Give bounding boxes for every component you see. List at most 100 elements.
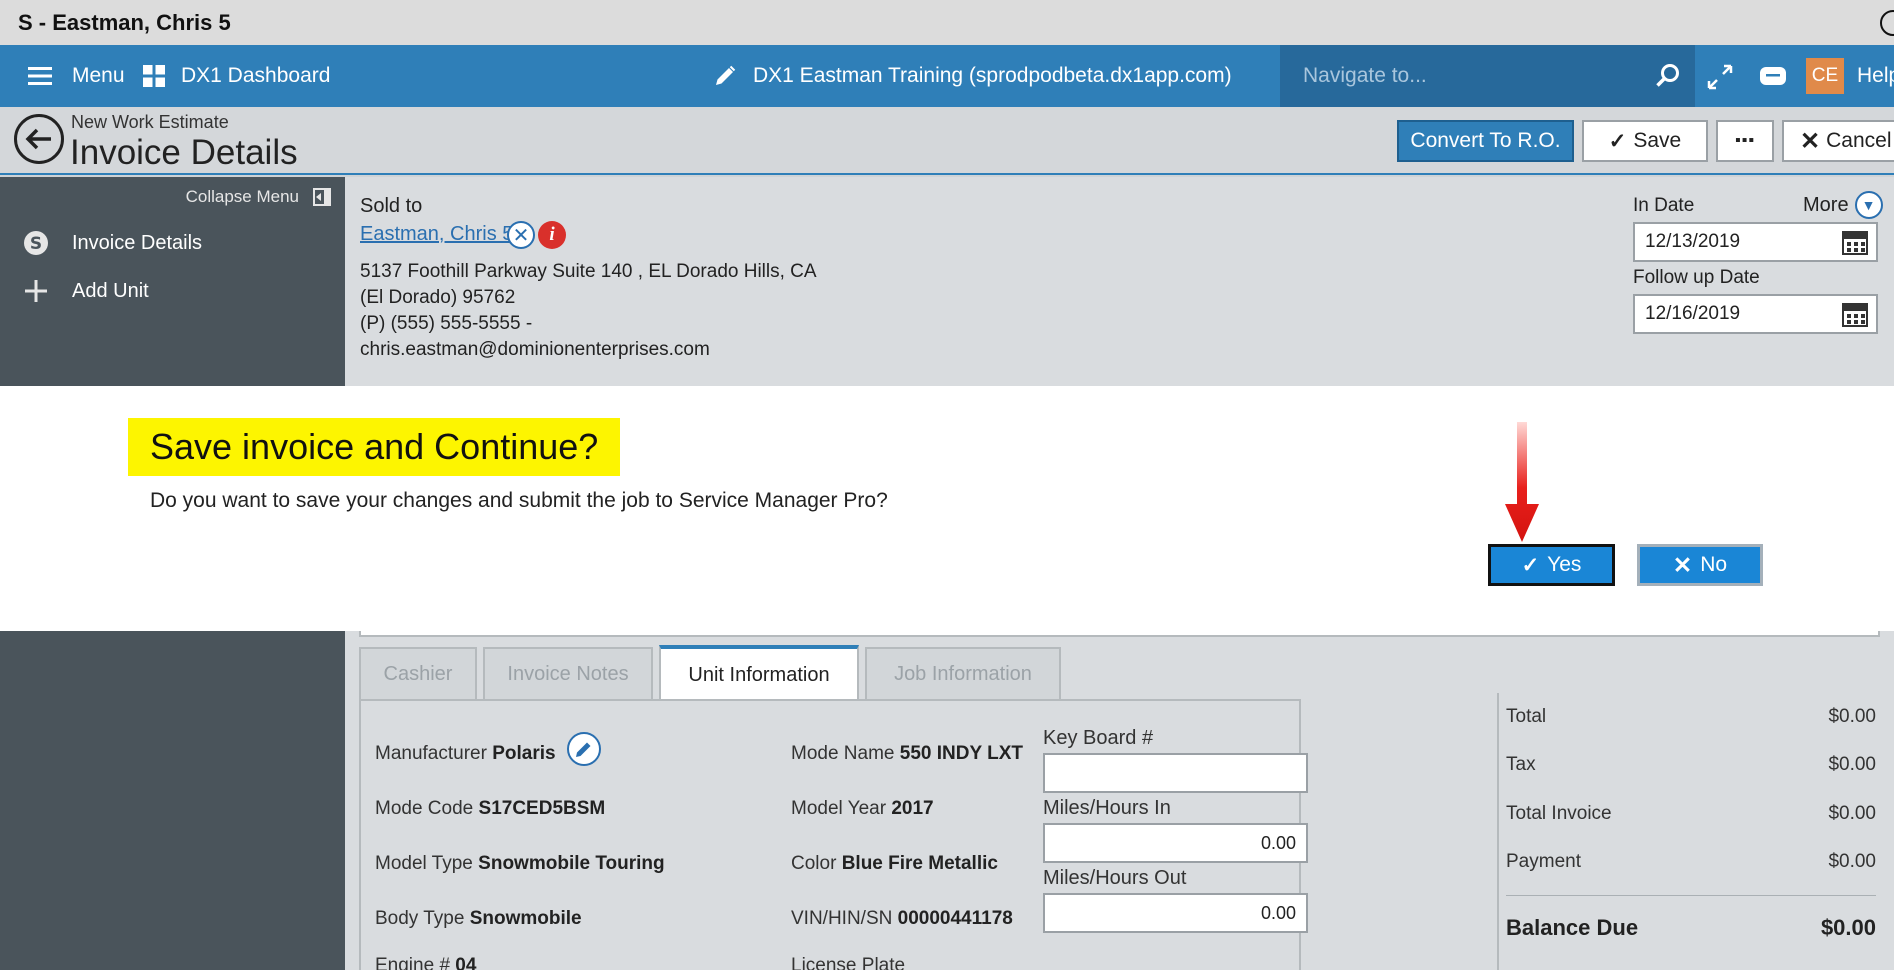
manufacturer-label: Manufacturer <box>375 743 487 764</box>
back-button[interactable] <box>14 114 64 164</box>
save-label: Save <box>1633 129 1682 152</box>
mode-code-field: Mode Code S17CED5BSM <box>375 798 605 820</box>
vin-field: VIN/HIN/SN 00000441178 <box>791 908 1013 930</box>
remove-customer-icon[interactable]: ✕ <box>507 221 535 249</box>
window-control-icon[interactable] <box>1880 10 1894 36</box>
customer-info-icon[interactable]: i <box>538 221 566 249</box>
site-selector[interactable]: DX1 Eastman Training (sprodpodbeta.dx1ap… <box>713 45 1232 107</box>
save-button[interactable]: ✓ Save <box>1582 120 1708 162</box>
no-button[interactable]: ✕ No <box>1637 544 1763 586</box>
total-invoice-value: $0.00 <box>1828 803 1876 824</box>
annotation-arrow-icon <box>1505 422 1539 542</box>
user-avatar[interactable]: CE <box>1806 58 1844 94</box>
totals-separator <box>1506 895 1876 896</box>
model-type-value: Snowmobile Touring <box>478 853 665 874</box>
tab-invoice-notes[interactable]: Invoice Notes <box>483 647 653 699</box>
mode-name-label: Mode Name <box>791 743 895 764</box>
customer-address-line2: (El Dorado) 95762 <box>360 287 516 308</box>
engine-field: Engine # 04 <box>375 955 476 970</box>
vin-label: VIN/HIN/SN <box>791 908 893 929</box>
keyboard-input[interactable] <box>1043 753 1308 793</box>
more-label: More <box>1803 193 1849 216</box>
mode-name-value: 550 INDY LXT <box>899 743 1023 764</box>
calendar-icon[interactable] <box>1842 231 1868 255</box>
collapse-icon <box>313 188 331 206</box>
balance-due-row: Balance Due $0.00 <box>1506 915 1876 941</box>
confirm-dialog: Save invoice and Continue? Do you want t… <box>0 386 1894 631</box>
tab-unit-information[interactable]: Unit Information <box>659 645 859 701</box>
model-year-value: 2017 <box>891 798 934 819</box>
plus-icon <box>22 277 50 305</box>
dashboard-button[interactable]: DX1 Dashboard <box>143 45 330 107</box>
mode-name-field: Mode Name 550 INDY LXT <box>791 743 1023 765</box>
yes-button[interactable]: ✓ Yes <box>1488 544 1615 586</box>
check-icon: ✓ <box>1521 553 1540 577</box>
navigate-search-input[interactable]: Navigate to... <box>1280 45 1695 107</box>
in-date-label: In Date <box>1633 195 1695 216</box>
payment-value: $0.00 <box>1828 851 1876 872</box>
dialog-title: Save invoice and Continue? <box>128 418 621 476</box>
tax-label: Tax <box>1506 754 1536 775</box>
edit-unit-icon[interactable] <box>567 732 601 766</box>
license-plate-label: License Plate <box>791 955 906 970</box>
total-invoice-row: Total Invoice $0.00 <box>1506 803 1876 825</box>
tab-cashier[interactable]: Cashier <box>359 647 477 699</box>
customer-name-link[interactable]: Eastman, Chris 5 <box>360 223 513 246</box>
menu-button[interactable]: Menu <box>28 45 125 107</box>
miles-in-input[interactable]: 0.00 <box>1043 823 1308 863</box>
model-year-label: Model Year <box>791 798 887 819</box>
close-icon: ✕ <box>1672 551 1693 578</box>
customer-phone: (P) (555) 555-5555 - <box>360 313 533 334</box>
keyboard-label: Key Board # <box>1043 727 1154 749</box>
vin-value: 00000441178 <box>897 908 1013 929</box>
mode-code-value: S17CED5BSM <box>478 798 606 819</box>
mode-code-label: Mode Code <box>375 798 474 819</box>
window-titlebar: S - Eastman, Chris 5 <box>0 0 1894 45</box>
sidebar-item-label: Add Unit <box>72 279 149 302</box>
tab-job-information[interactable]: Job Information <box>865 647 1061 699</box>
svg-text:S: S <box>30 234 42 254</box>
more-toggle[interactable]: More ▼ <box>1803 191 1883 219</box>
total-label: Total <box>1506 706 1547 727</box>
yes-label: Yes <box>1547 553 1582 576</box>
more-actions-button[interactable]: ▪▪▪ <box>1716 120 1774 162</box>
dashboard-label: DX1 Dashboard <box>181 64 331 87</box>
unit-info-panel: Manufacturer Polaris Mode Code S17CED5BS… <box>359 699 1308 970</box>
cancel-button[interactable]: ✕ Cancel <box>1782 120 1894 162</box>
calendar-icon[interactable] <box>1842 303 1868 327</box>
color-label: Color <box>791 853 837 874</box>
total-value: $0.00 <box>1828 706 1876 727</box>
balance-due-value: $0.00 <box>1820 915 1876 940</box>
follow-up-date-field[interactable]: 12/16/2019 <box>1633 294 1878 334</box>
in-date-field[interactable]: 12/13/2019 <box>1633 222 1878 262</box>
color-value: Blue Fire Metallic <box>841 853 998 874</box>
top-nav: Menu DX1 Dashboard DX1 Eastman Training … <box>0 45 1894 107</box>
search-icon[interactable] <box>1655 63 1681 89</box>
engine-value: 04 <box>455 955 477 970</box>
collapse-menu-button[interactable]: Collapse Menu <box>186 187 331 207</box>
breadcrumb: New Work Estimate <box>71 112 229 132</box>
body-type-label: Body Type <box>375 908 465 929</box>
miles-out-input[interactable]: 0.00 <box>1043 893 1308 933</box>
convert-to-ro-button[interactable]: Convert To R.O. <box>1397 120 1574 162</box>
page-header: New Work Estimate Invoice Details Conver… <box>0 107 1894 175</box>
follow-up-date-label: Follow up Date <box>1633 267 1760 288</box>
ellipsis-icon: ▪▪▪ <box>1734 132 1755 149</box>
color-field: Color Blue Fire Metallic <box>791 853 998 875</box>
payment-row: Payment $0.00 <box>1506 851 1876 873</box>
body-type-field: Body Type Snowmobile <box>375 908 582 930</box>
menu-label: Menu <box>72 64 125 87</box>
manufacturer-field: Manufacturer Polaris <box>375 743 556 765</box>
dollar-circle-icon: S <box>22 229 50 257</box>
chat-icon[interactable] <box>1758 63 1788 91</box>
help-link[interactable]: Help <box>1857 45 1894 107</box>
total-row: Total $0.00 <box>1506 706 1876 728</box>
sidebar-item-invoice-details[interactable]: S Invoice Details <box>22 228 202 258</box>
chevron-down-icon: ▼ <box>1854 191 1883 219</box>
check-icon: ✓ <box>1608 129 1627 153</box>
sidebar-item-add-unit[interactable]: Add Unit <box>22 276 149 306</box>
expand-icon[interactable] <box>1706 63 1734 91</box>
dialog-message: Do you want to save your changes and sub… <box>150 489 888 512</box>
body-type-value: Snowmobile <box>469 908 582 929</box>
model-type-label: Model Type <box>375 853 473 874</box>
